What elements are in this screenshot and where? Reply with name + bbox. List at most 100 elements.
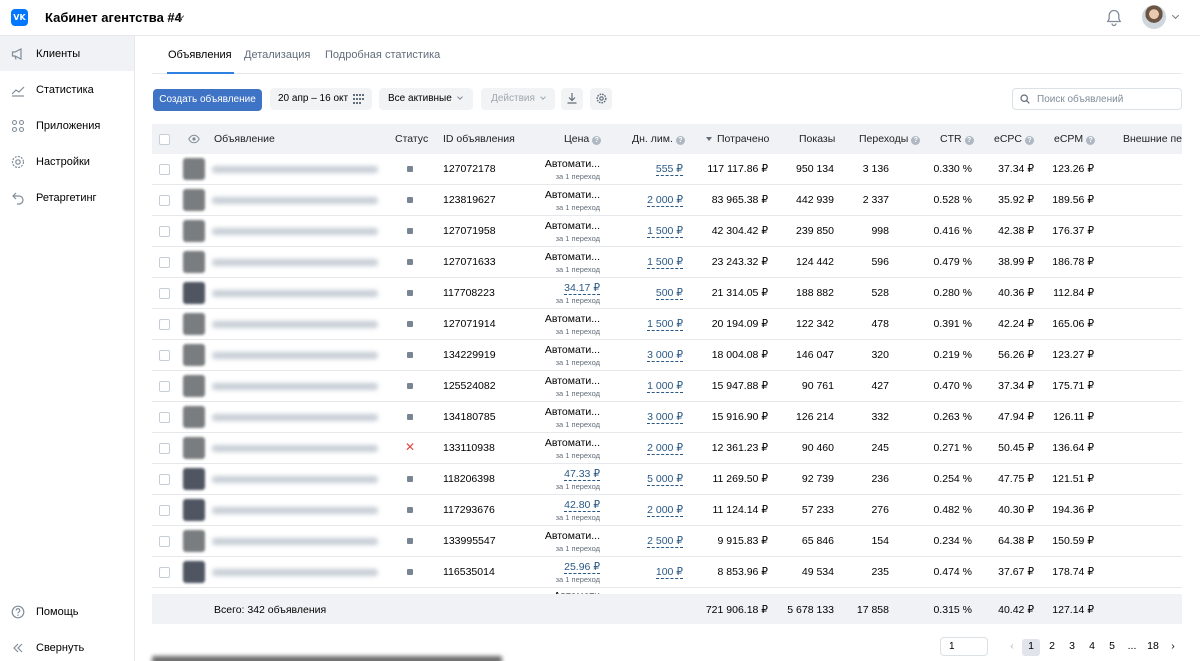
ad-thumbnail[interactable] <box>183 468 205 490</box>
ad-price[interactable]: Автомати... <box>540 406 600 418</box>
table-row[interactable]: 134180785 Автомати... за 1 переход 3 000 ₽ 1… <box>152 402 1182 433</box>
ad-daily-limit[interactable]: 100 ₽ <box>622 566 683 579</box>
ad-daily-limit[interactable]: 1 500 ₽ <box>622 318 683 331</box>
ad-thumbnail[interactable] <box>183 189 205 211</box>
ad-daily-limit-value[interactable]: 555 ₽ <box>655 163 683 176</box>
row-checkbox[interactable] <box>159 505 170 516</box>
table-row[interactable]: 133995547 Автомати... за 1 переход 2 500 ₽ 9… <box>152 526 1182 557</box>
table-row[interactable]: 117708223 34.17 ₽ за 1 переход 500 ₽ 21 314.… <box>152 278 1182 309</box>
table-row[interactable]: 127071914 Автомати... за 1 переход 1 500 ₽ 2… <box>152 309 1182 340</box>
help-icon[interactable]: ? <box>675 136 685 145</box>
sidebar-collapse[interactable]: Свернуть <box>0 630 134 661</box>
ad-price[interactable]: Автомати... <box>540 189 600 201</box>
help-icon[interactable]: ? <box>1086 136 1096 145</box>
ad-daily-limit[interactable]: 555 ₽ <box>622 163 683 176</box>
row-checkbox[interactable] <box>159 381 170 392</box>
help-icon[interactable]: ? <box>592 136 602 145</box>
ad-name-blurred[interactable] <box>212 352 378 359</box>
page-4[interactable]: 4 <box>1083 639 1101 656</box>
col-id[interactable]: ID объявления <box>443 133 515 145</box>
actions-dropdown[interactable]: Действия <box>481 88 555 110</box>
ad-name-blurred[interactable] <box>212 383 378 390</box>
table-row[interactable]: ✕ 133110938 Автомати... за 1 переход 2 000 ₽… <box>152 433 1182 464</box>
table-row[interactable]: 125524082 Автомати... за 1 переход 1 000 ₽ 1… <box>152 371 1182 402</box>
ad-daily-limit[interactable]: 2 000 ₽ <box>622 504 683 517</box>
page-18[interactable]: 18 <box>1144 639 1162 656</box>
ad-thumbnail[interactable] <box>183 220 205 242</box>
ad-name-blurred[interactable] <box>212 507 378 514</box>
row-checkbox[interactable] <box>159 195 170 206</box>
col-spent[interactable]: Потрачено <box>706 133 769 145</box>
row-checkbox[interactable] <box>159 288 170 299</box>
tab-details[interactable]: Детализация <box>244 49 310 61</box>
ad-name-blurred[interactable] <box>212 414 378 421</box>
chevron-down-icon[interactable] <box>1171 11 1180 20</box>
tab-detailed-stats[interactable]: Подробная статистика <box>325 49 440 61</box>
ad-name-blurred[interactable] <box>212 290 378 297</box>
col-ad[interactable]: Объявление <box>214 133 275 145</box>
ad-price[interactable]: 25.96 ₽ <box>540 561 600 574</box>
ad-price[interactable]: Автомати... <box>540 530 600 542</box>
ad-daily-limit[interactable]: 1 000 ₽ <box>622 380 683 393</box>
eye-icon[interactable] <box>188 134 200 144</box>
ad-daily-limit-value[interactable]: 1 500 ₽ <box>647 318 683 331</box>
ad-price-value[interactable]: 47.33 ₽ <box>564 468 600 481</box>
row-checkbox[interactable] <box>159 474 170 485</box>
sidebar-item-apps[interactable]: Приложения <box>0 108 134 143</box>
ad-name-blurred[interactable] <box>212 538 378 545</box>
ad-thumbnail[interactable] <box>183 158 205 180</box>
table-row[interactable]: 134229919 Автомати... за 1 переход 3 000 ₽ 1… <box>152 340 1182 371</box>
ad-daily-limit-value[interactable]: 3 000 ₽ <box>647 411 683 424</box>
ad-daily-limit[interactable]: 1 500 ₽ <box>622 256 683 269</box>
ad-price[interactable]: Автомати... <box>540 158 600 170</box>
tab-ads[interactable]: Объявления <box>168 49 232 61</box>
ad-name-blurred[interactable] <box>212 321 378 328</box>
ad-price-value[interactable]: 42.80 ₽ <box>564 499 600 512</box>
ad-thumbnail[interactable] <box>183 282 205 304</box>
ad-daily-limit-value[interactable]: 2 000 ₽ <box>647 504 683 517</box>
ad-price[interactable]: Автомати... <box>540 313 600 325</box>
sidebar-item-retargeting[interactable]: Ретаргетинг <box>0 180 134 215</box>
page-1[interactable]: 1 <box>1022 639 1040 656</box>
ad-daily-limit-value[interactable]: 2 500 ₽ <box>647 535 683 548</box>
create-ad-button[interactable]: Создать объявление <box>153 89 262 111</box>
ad-price[interactable]: Автомати... <box>540 375 600 387</box>
search-input[interactable]: Поиск объявлений <box>1012 88 1182 110</box>
ad-daily-limit[interactable]: 3 000 ₽ <box>622 411 683 424</box>
sidebar-item-statistics[interactable]: Статистика <box>0 72 134 107</box>
ad-price[interactable]: 47.33 ₽ <box>540 468 600 481</box>
row-checkbox[interactable] <box>159 257 170 268</box>
ad-thumbnail[interactable] <box>183 561 205 583</box>
sidebar-item-clients[interactable]: Клиенты <box>0 36 134 71</box>
ad-name-blurred[interactable] <box>212 569 378 576</box>
ad-daily-limit[interactable]: 500 ₽ <box>622 287 683 300</box>
ad-price[interactable]: Автомати... <box>540 437 600 449</box>
ad-name-blurred[interactable] <box>212 197 378 204</box>
cabinet-title[interactable]: Кабинет агентства #4 <box>45 10 182 25</box>
sidebar-item-help[interactable]: Помощь <box>0 594 134 629</box>
help-icon[interactable]: ? <box>964 136 974 145</box>
row-checkbox[interactable] <box>159 567 170 578</box>
ad-daily-limit-value[interactable]: 1 500 ₽ <box>647 256 683 269</box>
ad-daily-limit-value[interactable]: 1 000 ₽ <box>647 380 683 393</box>
prev-page-icon[interactable]: ‹ <box>1003 639 1021 656</box>
help-icon[interactable]: ? <box>911 136 921 145</box>
ad-daily-limit[interactable]: 2 000 ₽ <box>622 194 683 207</box>
table-row[interactable]: 127071633 Автомати... за 1 переход 1 500 ₽ 2… <box>152 247 1182 278</box>
ad-thumbnail[interactable] <box>183 406 205 428</box>
table-row[interactable]: 127072178 Автомати... за 1 переход 555 ₽ 117… <box>152 154 1182 185</box>
row-checkbox[interactable] <box>159 536 170 547</box>
ad-name-blurred[interactable] <box>212 476 378 483</box>
ad-price[interactable]: Автомати... <box>540 251 600 263</box>
col-ecpm[interactable]: eCPM? <box>1054 133 1096 145</box>
row-checkbox[interactable] <box>159 226 170 237</box>
table-row[interactable]: 127071958 Автомати... за 1 переход 1 500 ₽ 4… <box>152 216 1182 247</box>
next-page-icon[interactable]: › <box>1164 639 1182 656</box>
ad-name-blurred[interactable] <box>212 445 378 452</box>
ad-daily-limit[interactable]: 2 000 ₽ <box>622 442 683 455</box>
page-input[interactable]: 1 <box>940 637 988 656</box>
page-3[interactable]: 3 <box>1063 639 1081 656</box>
ad-price-value[interactable]: 34.17 ₽ <box>564 282 600 295</box>
ad-daily-limit-value[interactable]: 2 000 ₽ <box>647 194 683 207</box>
col-ecpc[interactable]: eCPC? <box>994 133 1035 145</box>
